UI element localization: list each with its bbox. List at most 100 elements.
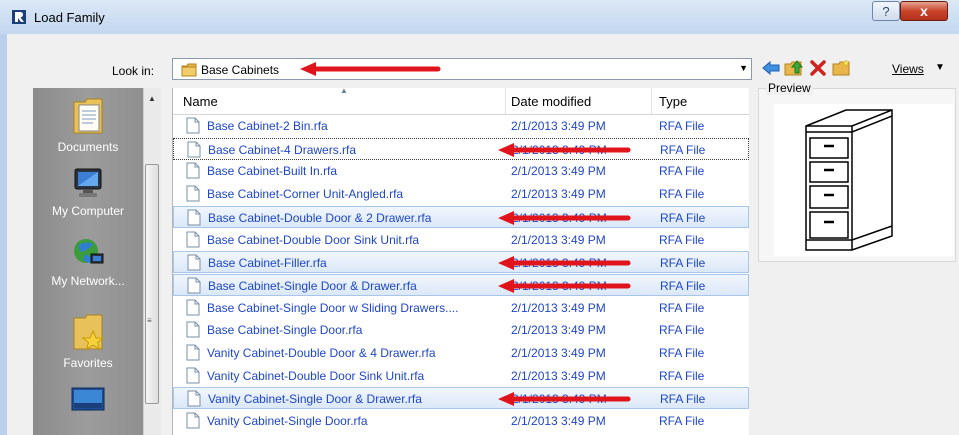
column-header-date[interactable]: Date modified — [511, 94, 591, 109]
places-scrollbar[interactable]: ▲ ≡ — [143, 88, 161, 435]
file-row[interactable]: Base Cabinet-4 Drawers.rfa2/1/2013 3:49 … — [173, 137, 749, 160]
place-label: My Computer — [51, 204, 125, 218]
annotation-arrow — [498, 278, 631, 293]
file-name: Vanity Cabinet-Double Door Sink Unit.rfa — [207, 368, 425, 383]
file-row[interactable]: Base Cabinet-Single Door w Sliding Drawe… — [173, 297, 749, 319]
file-row[interactable]: Vanity Cabinet-Single Door & Drawer.rfa2… — [173, 387, 749, 410]
scrollbar-thumb[interactable] — [145, 164, 159, 404]
file-row[interactable]: Base Cabinet-Single Door.rfa 2/1/2013 3:4… — [173, 319, 749, 341]
file-icon — [186, 344, 200, 361]
file-icon — [187, 254, 201, 271]
file-type: RFA File — [659, 368, 705, 383]
place-desktop[interactable] — [33, 386, 143, 420]
file-icon — [187, 141, 201, 158]
file-name: Vanity Cabinet-Single Door.rfa — [207, 414, 368, 429]
annotation-arrow — [498, 392, 631, 407]
file-name: Base Cabinet-Single Door.rfa — [207, 323, 363, 338]
preview-label: Preview — [766, 81, 813, 95]
new-folder-icon[interactable] — [832, 59, 852, 77]
column-header-name[interactable]: Name — [183, 94, 218, 109]
file-type: RFA File — [659, 346, 705, 360]
scroll-up-icon[interactable]: ▲ — [148, 94, 156, 103]
file-row[interactable]: Base Cabinet-Corner Unit-Angled.rfa 2/1/2… — [173, 183, 749, 205]
file-date: 2/1/2013 3:49 PM — [511, 187, 606, 202]
cabinet-preview-image — [805, 109, 893, 251]
file-name: Base Cabinet-Corner Unit-Angled.rfa — [207, 187, 404, 202]
file-date: 2/1/2013 3:49 PM — [511, 414, 606, 429]
annotation-arrow — [300, 62, 441, 76]
file-icon — [186, 117, 200, 134]
place-my-network[interactable]: My Network... — [33, 236, 143, 288]
file-row[interactable]: Base Cabinet-Double Door & 2 Drawer.rfa2… — [173, 205, 749, 228]
file-icon — [186, 299, 200, 316]
file-type: RFA File — [659, 323, 705, 338]
file-date: 2/1/2013 3:49 PM — [511, 164, 606, 179]
file-name: Base Cabinet-Filler.rfa — [208, 256, 327, 271]
sort-ascending-icon: ▲ — [340, 86, 348, 95]
file-icon — [187, 277, 201, 294]
file-name: Vanity Cabinet-Double Door & 4 Drawer.rf… — [207, 346, 436, 360]
close-icon: x — [920, 3, 928, 19]
file-icon — [186, 185, 200, 202]
file-name: Base Cabinet-Built In.rfa — [207, 164, 338, 179]
grip-icon: ≡ — [147, 316, 152, 325]
chevron-down-icon[interactable]: ▼ — [739, 63, 748, 73]
help-icon: ? — [882, 3, 890, 19]
folder-icon — [181, 63, 197, 77]
file-type: RFA File — [660, 278, 706, 293]
file-icon — [186, 321, 200, 338]
file-type: RFA File — [659, 232, 705, 247]
views-button[interactable]: Views — [892, 62, 924, 76]
file-name: Base Cabinet-Single Door w Sliding Drawe… — [207, 300, 459, 315]
file-name: Base Cabinet-Single Door & Drawer.rfa — [208, 278, 417, 293]
column-header-type[interactable]: Type — [659, 94, 687, 109]
file-name: Base Cabinet-Double Door & 2 Drawer.rfa — [208, 210, 432, 225]
file-row[interactable]: Base Cabinet-Single Door & Drawer.rfa2/1… — [173, 273, 749, 296]
file-row[interactable]: Vanity Cabinet-Single Door.rfa 2/1/2013 3… — [173, 410, 749, 432]
file-row[interactable]: Base Cabinet-Filler.rfa2/1/2013 3:49 PMR… — [173, 251, 749, 274]
annotation-arrow — [498, 256, 631, 271]
my-network-icon — [74, 239, 104, 264]
documents-icon — [73, 98, 103, 134]
views-chevron-down-icon[interactable]: ▼ — [935, 62, 945, 73]
file-icon — [187, 390, 201, 407]
file-row[interactable]: Base Cabinet-Built In.rfa 2/1/2013 3:49 P… — [173, 160, 749, 182]
file-type: RFA File — [659, 300, 705, 315]
file-type: RFA File — [659, 164, 705, 179]
file-icon — [186, 162, 200, 179]
file-type: RFA File — [660, 142, 706, 157]
preview-image — [774, 104, 954, 256]
delete-icon[interactable] — [810, 60, 826, 76]
place-documents[interactable]: Documents — [33, 96, 143, 154]
list-header: ▲ Name Date modified Type — [173, 86, 749, 115]
file-type: RFA File — [660, 210, 706, 225]
help-button[interactable]: ? — [872, 1, 900, 21]
file-type: RFA File — [659, 119, 705, 133]
file-row[interactable]: Vanity Cabinet-Double Door & 4 Drawer.rf… — [173, 342, 749, 364]
file-icon — [186, 231, 200, 247]
place-favorites[interactable]: Favorites — [33, 312, 143, 370]
file-type: RFA File — [660, 392, 706, 407]
window-title: Load Family — [34, 10, 105, 25]
file-row[interactable]: Base Cabinet-Double Door Sink Unit.rfa 2/… — [173, 229, 749, 251]
favorites-icon — [73, 314, 105, 351]
file-name: Base Cabinet-Double Door Sink Unit.rfa — [207, 232, 420, 247]
file-list: ▲ Name Date modified Type Base Cabinet-2… — [172, 86, 749, 435]
file-name: Base Cabinet-2 Bin.rfa — [207, 119, 328, 133]
file-type: RFA File — [659, 187, 705, 202]
look-in-label: Look in: — [112, 64, 155, 78]
file-row[interactable]: Vanity Cabinet-Double Door Sink Unit.rfa… — [173, 365, 749, 387]
file-row[interactable]: Base Cabinet-2 Bin.rfa 2/1/2013 3:49 PM RF… — [173, 115, 749, 137]
back-arrow-icon[interactable] — [762, 60, 780, 76]
look-in-value: Base Cabinets — [201, 63, 280, 77]
file-type: RFA File — [659, 414, 705, 429]
file-type: RFA File — [660, 256, 706, 271]
look-in-dropdown[interactable]: Base Cabinets ▼ — [172, 58, 752, 80]
file-icon — [187, 209, 201, 226]
file-date: 2/1/2013 3:49 PM — [511, 119, 606, 133]
up-folder-icon[interactable] — [784, 59, 804, 77]
load-family-dialog: Load Family ? x Look in: Base Cabinets ▼… — [0, 0, 959, 435]
file-date: 2/1/2013 3:49 PM — [511, 368, 606, 383]
place-my-computer[interactable]: My Computer — [33, 166, 143, 218]
close-button[interactable]: x — [900, 1, 948, 21]
